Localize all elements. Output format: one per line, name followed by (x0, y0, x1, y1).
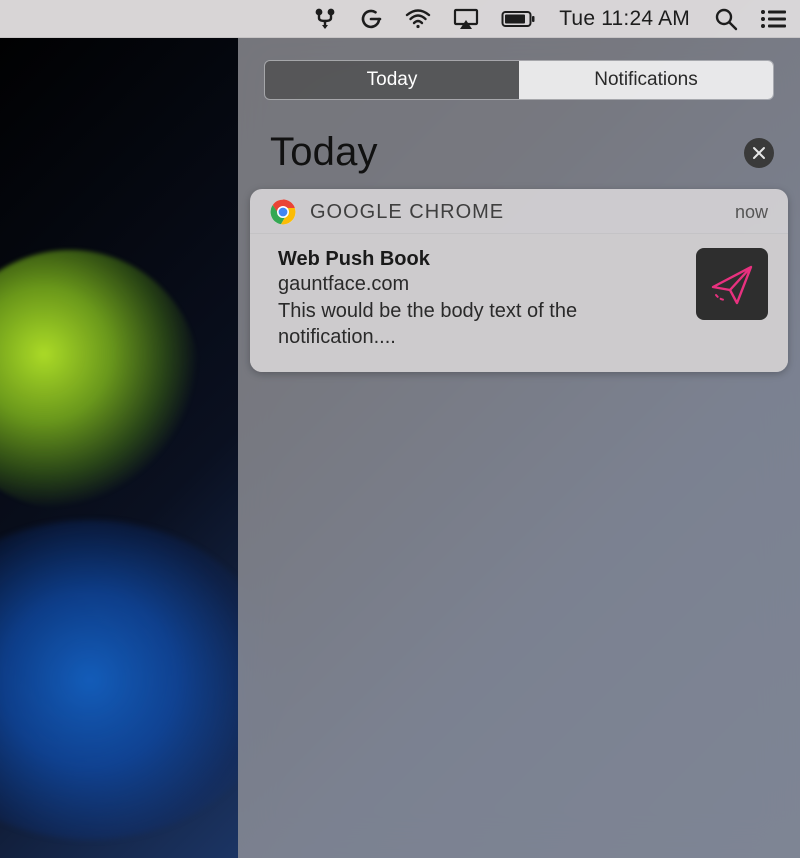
notification-body: Web Push Book gauntface.com This would b… (250, 234, 788, 372)
menubar-clock[interactable]: Tue 11:24 AM (559, 7, 690, 31)
paper-plane-icon (707, 259, 757, 309)
tab-notifications-label: Notifications (594, 69, 698, 91)
close-icon (752, 146, 766, 160)
wifi-icon[interactable] (405, 9, 431, 29)
google-g-icon[interactable] (359, 7, 383, 31)
notification-image (696, 248, 768, 320)
notification-center-panel: Today Notifications Today GOOGLE CHROME … (238, 38, 800, 858)
section-header: Today (238, 130, 800, 189)
notification-title: Web Push Book (278, 248, 678, 271)
notification-timestamp: now (735, 202, 768, 223)
tab-today[interactable]: Today (265, 61, 519, 99)
macos-menubar: Tue 11:24 AM (0, 0, 800, 38)
notification-text: Web Push Book gauntface.com This would b… (278, 248, 678, 350)
fork-icon[interactable] (313, 7, 337, 31)
search-icon[interactable] (714, 7, 738, 31)
tab-notifications[interactable]: Notifications (519, 61, 773, 99)
chrome-icon (270, 199, 296, 225)
tab-today-label: Today (367, 69, 418, 91)
section-title: Today (270, 130, 378, 175)
notification-card[interactable]: GOOGLE CHROME now Web Push Book gauntfac… (250, 189, 788, 372)
notification-header: GOOGLE CHROME now (250, 189, 788, 234)
clear-button[interactable] (744, 138, 774, 168)
airplay-icon[interactable] (453, 8, 479, 30)
wallpaper-accent-green (0, 250, 200, 510)
battery-icon[interactable] (501, 10, 535, 28)
notification-app-name: GOOGLE CHROME (310, 201, 735, 224)
notification-domain: gauntface.com (278, 273, 678, 296)
notification-message: This would be the body text of the notif… (278, 298, 678, 350)
segmented-control: Today Notifications (264, 60, 774, 100)
notification-center-icon[interactable] (760, 9, 786, 29)
